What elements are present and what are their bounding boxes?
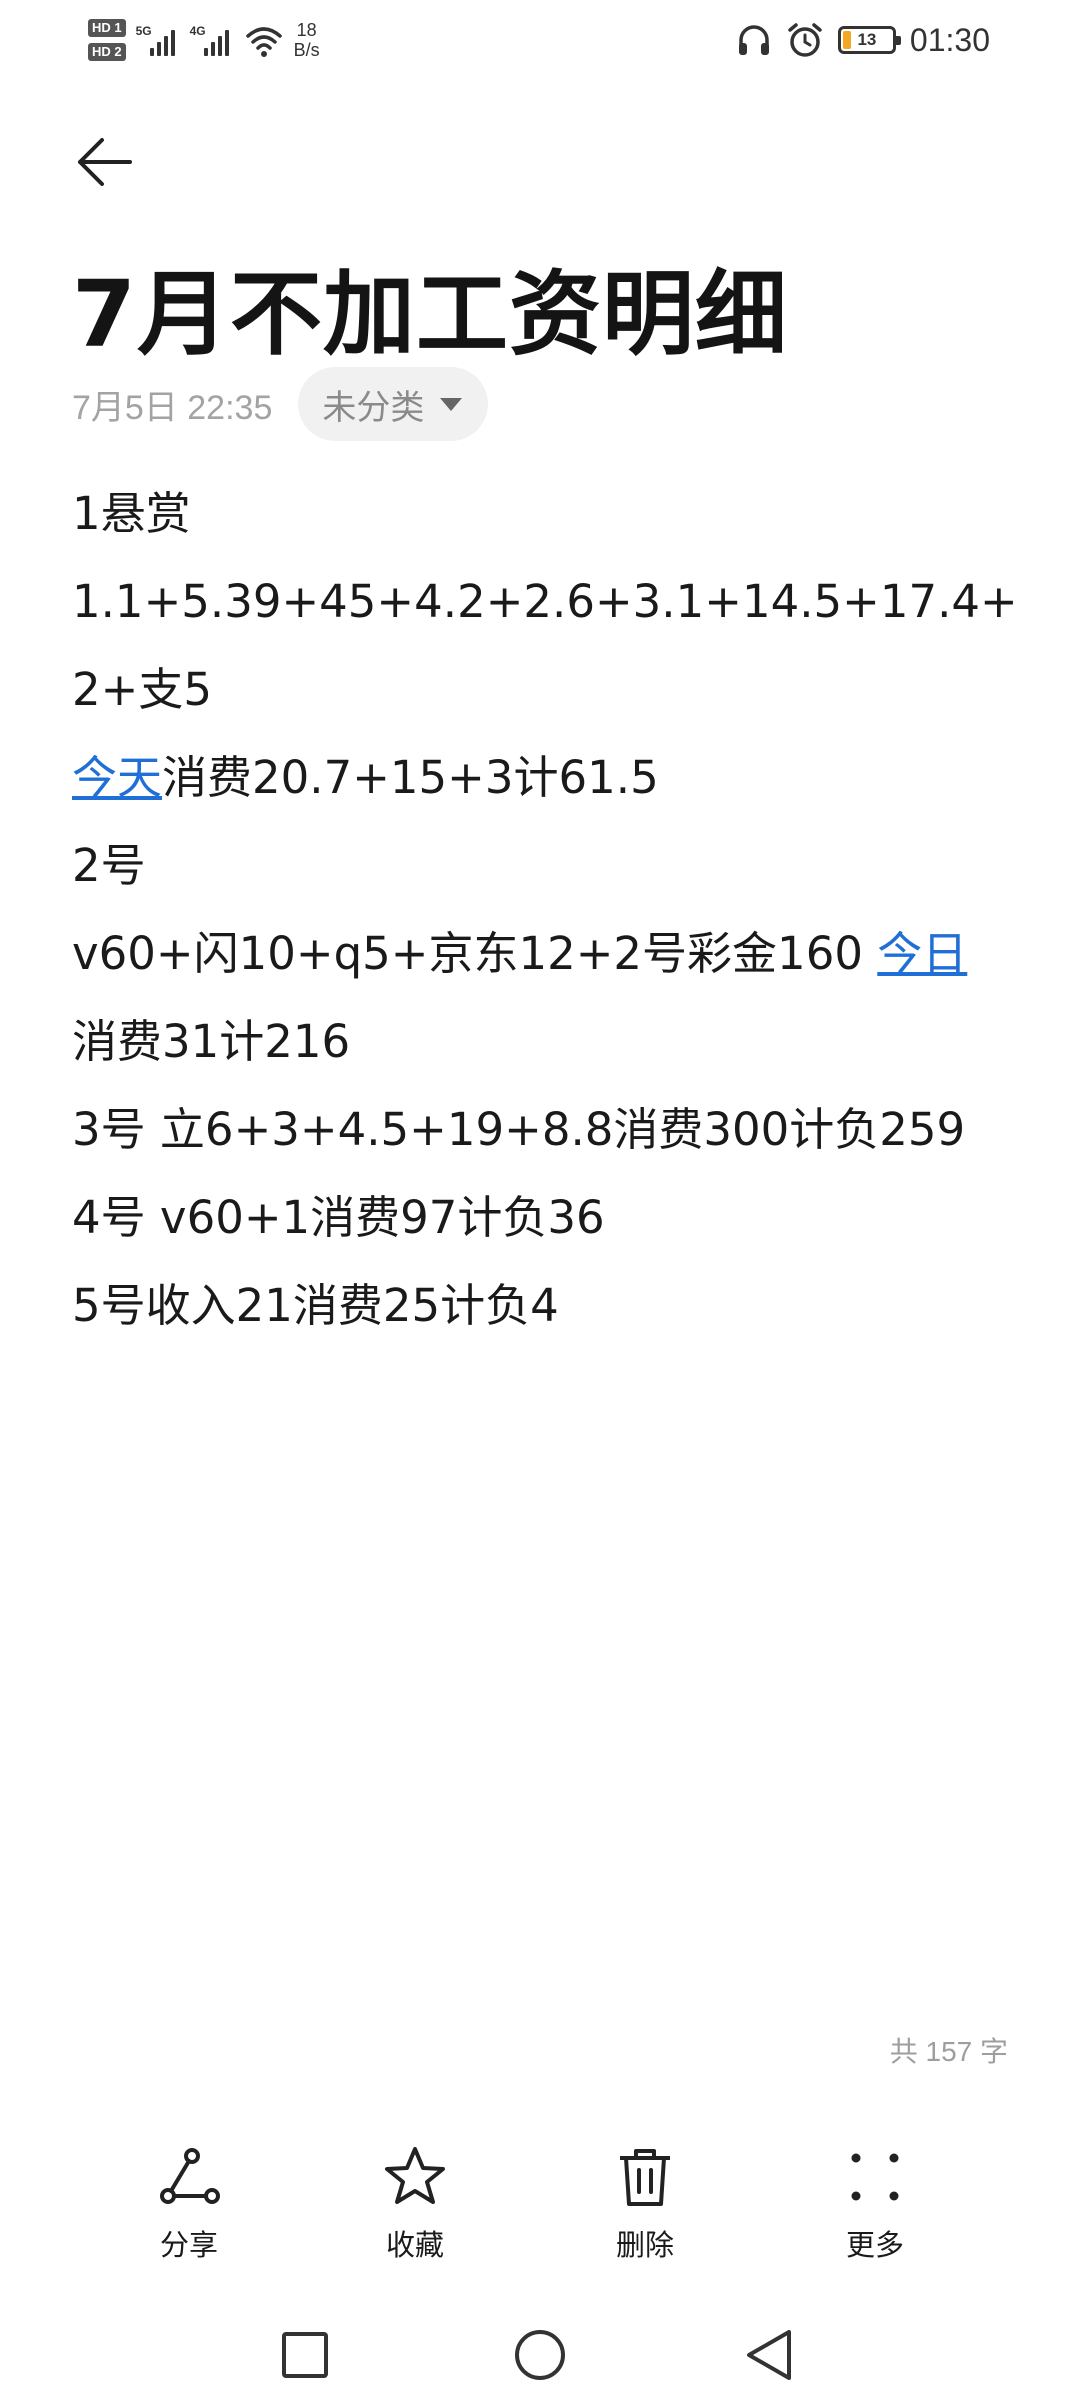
circle-icon	[515, 2330, 565, 2380]
note-line: 2号	[72, 839, 146, 892]
status-time: 01:30	[909, 21, 990, 58]
network-speed-value: 18	[296, 20, 317, 40]
note-line: 今天消费20.7+15+3计61.5	[72, 734, 1022, 822]
date-link-today[interactable]: 今日	[877, 927, 967, 980]
note-line: 3号 立6+3+4.5+19+8.8消费300计负259	[72, 1103, 966, 1156]
status-left: HD 1 HD 2 5G 4G 18 B/s	[88, 10, 320, 70]
share-label: 分享	[159, 2228, 218, 2262]
note-line-text: 消费31计216	[72, 1015, 351, 1068]
trash-icon	[620, 2149, 670, 2206]
note-line: 5号收入21消费25计负4	[72, 1279, 559, 1332]
note-line-text: v60+闪10+q5+京东12+2号彩金160	[72, 927, 878, 980]
more-label: 更多	[845, 2228, 904, 2262]
wifi-icon	[245, 27, 282, 57]
note-line: 1.1+5.39+45+4.2+2.6+3.1+14.5+17.4+2+支5	[72, 575, 1018, 716]
date-link-today[interactable]: 今天	[72, 751, 162, 804]
alarm-icon	[788, 23, 822, 57]
share-icon	[160, 2148, 220, 2204]
status-right: 13 01:30	[736, 10, 990, 70]
delete-label: 删除	[615, 2228, 674, 2262]
sim-indicators: HD 1 HD 2	[88, 19, 126, 61]
signal-icon: 5G	[136, 20, 180, 60]
note-title[interactable]: 7月不加工资明细	[72, 240, 788, 373]
signal-icon: 4G	[190, 20, 234, 60]
back-nav-button[interactable]	[735, 2320, 805, 2390]
recents-button[interactable]	[270, 2320, 340, 2390]
headphones-icon	[738, 25, 769, 55]
triangle-back-icon	[747, 2330, 791, 2380]
category-label: 未分类	[322, 387, 425, 428]
note-date: 7月5日 22:35	[72, 388, 273, 427]
note-line-text: 消费20.7+15+3计61.5	[162, 751, 659, 804]
square-icon	[282, 2332, 328, 2378]
more-dots-icon	[851, 2153, 899, 2201]
sim2-hd-badge: HD 2	[88, 43, 126, 61]
note-line: v60+闪10+q5+京东12+2号彩金160 今日 消费31计216	[72, 910, 1022, 1086]
sim1-hd-badge: HD 1	[88, 19, 126, 37]
favorite-label: 收藏	[385, 2228, 444, 2262]
delete-button[interactable]: 删除	[560, 2130, 730, 2280]
network-speed-unit: B/s	[293, 40, 320, 60]
more-button[interactable]: 更多	[790, 2130, 960, 2280]
arrow-left-icon	[78, 138, 132, 186]
system-nav-bar	[0, 2300, 1080, 2400]
back-button[interactable]	[64, 122, 144, 202]
share-button[interactable]: 分享	[104, 2130, 274, 2280]
note-detail-screen: HD 1 HD 2 5G 4G 18 B/s 13 01:30 7月不加工资明细…	[0, 0, 1080, 2400]
bottom-toolbar: 分享 收藏 删除 更多	[0, 2130, 1080, 2280]
status-bar: HD 1 HD 2 5G 4G 18 B/s 13 01:30	[0, 0, 1080, 80]
note-meta: 7月5日 22:35 未分类	[72, 366, 489, 442]
network-speed: 18 B/s	[294, 20, 320, 60]
word-count: 共 157 字	[889, 2036, 1008, 2067]
star-icon	[385, 2147, 445, 2204]
note-body[interactable]: 1悬赏 1.1+5.39+45+4.2+2.6+3.1+14.5+17.4+2+…	[72, 470, 1022, 1350]
note-line: 1悬赏	[72, 487, 191, 540]
favorite-button[interactable]: 收藏	[330, 2130, 500, 2280]
battery-level: 13	[857, 30, 877, 49]
note-line: 4号 v60+1消费97计负36	[72, 1191, 605, 1244]
category-dropdown[interactable]: 未分类	[298, 367, 489, 441]
home-button[interactable]	[505, 2320, 575, 2390]
caret-down-icon	[440, 397, 463, 411]
battery-icon: 13	[837, 26, 901, 54]
